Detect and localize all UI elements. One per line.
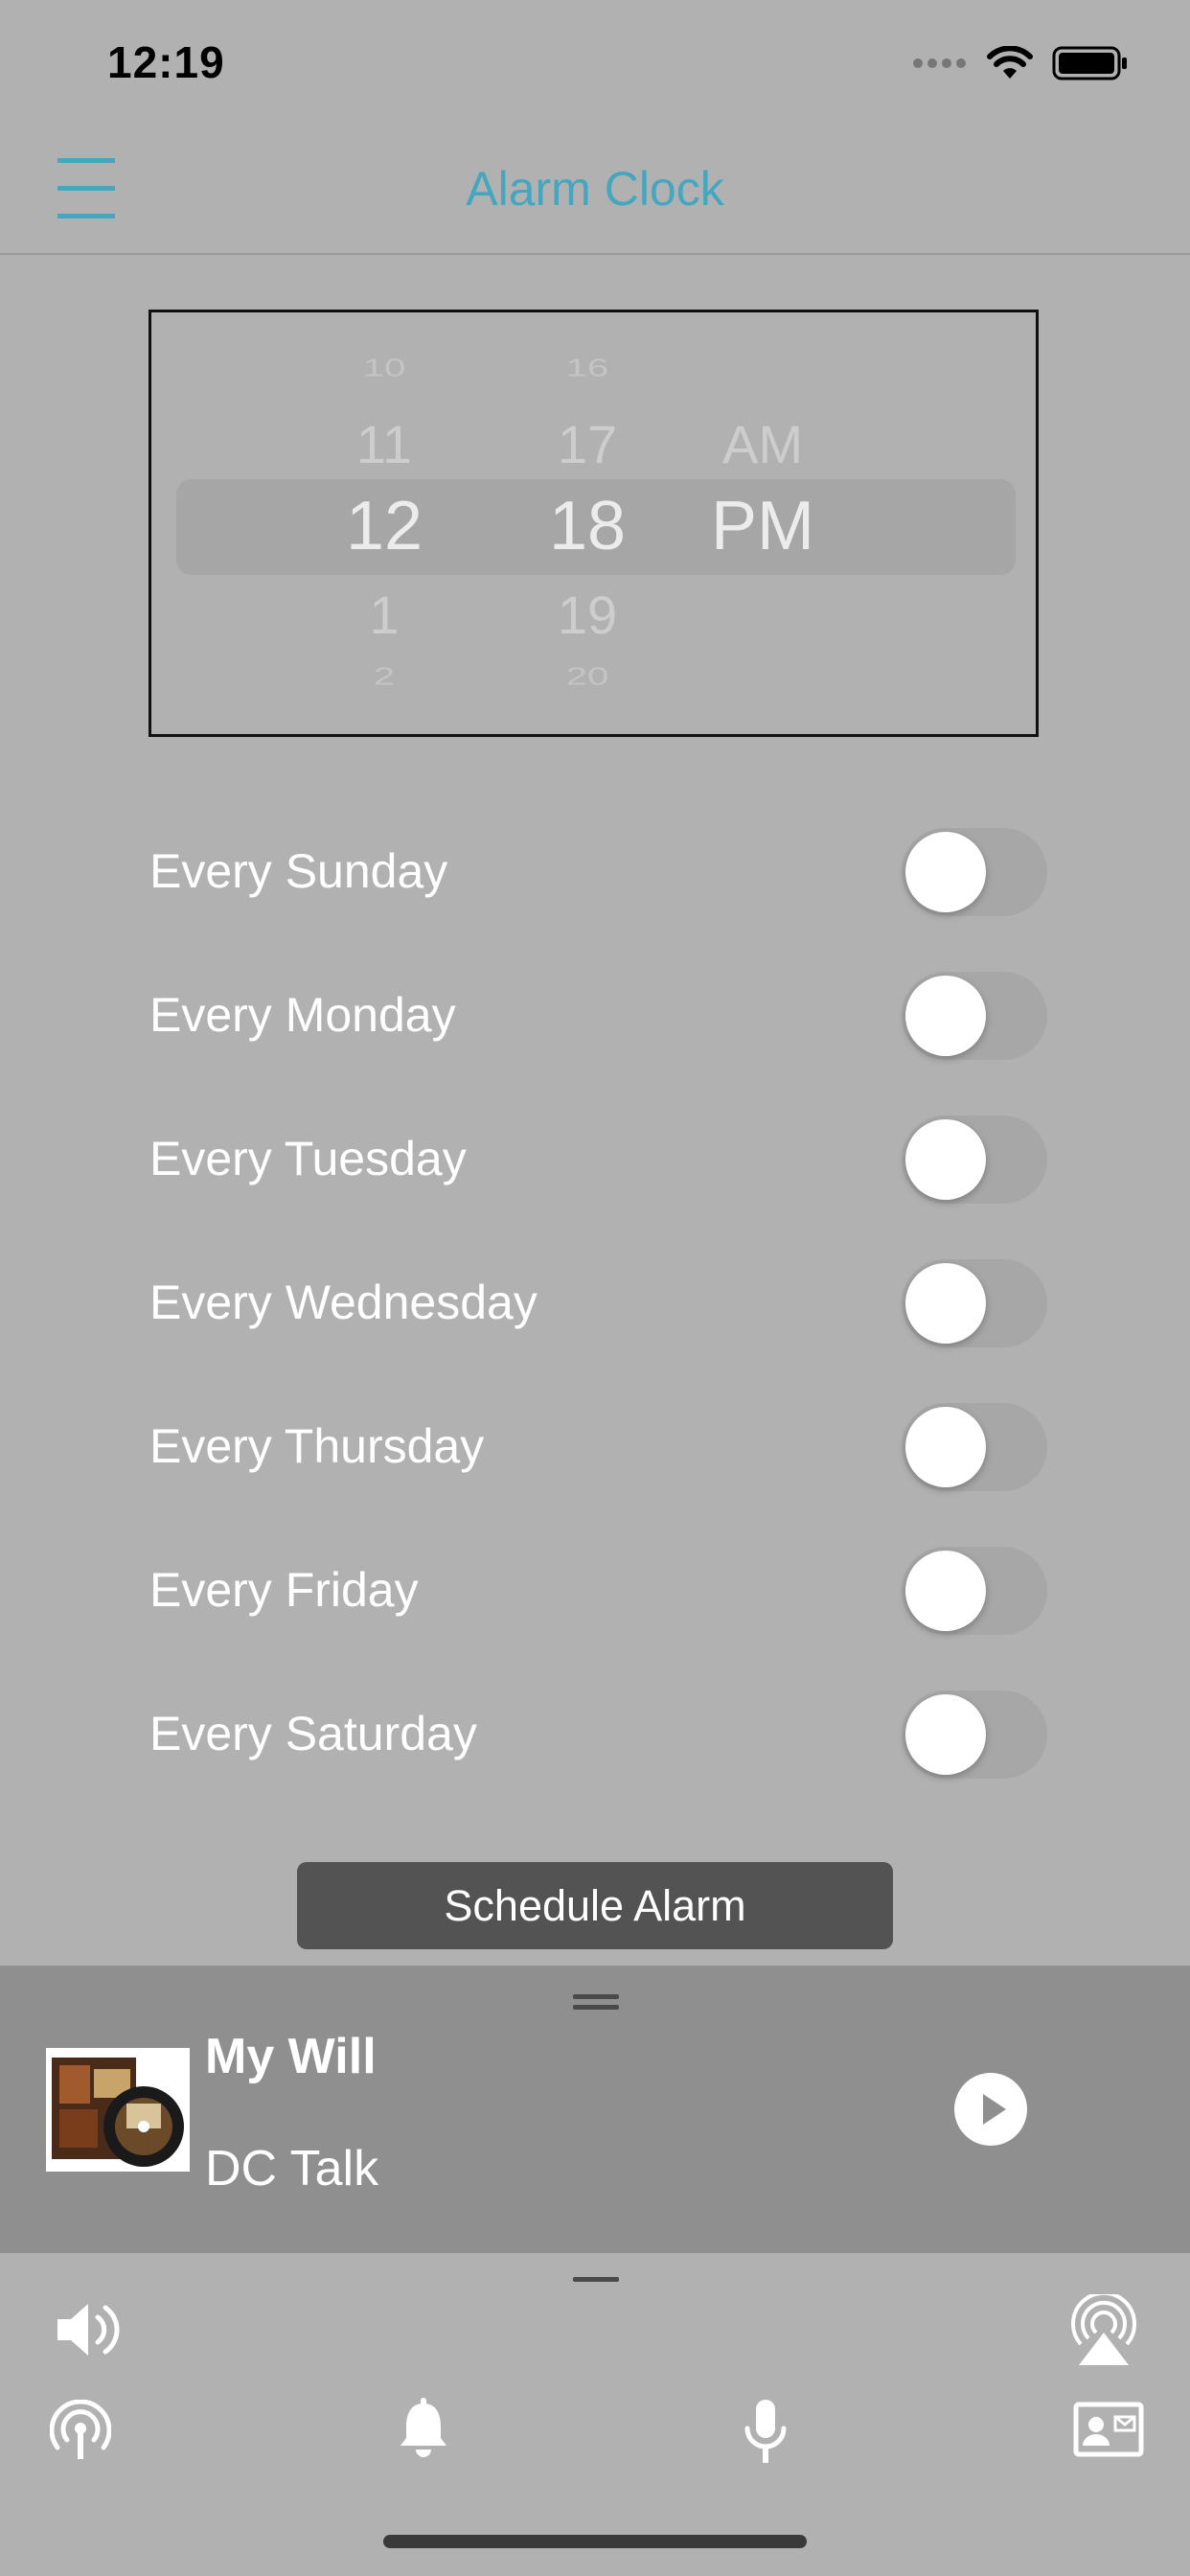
status-time: 12:19 [107, 37, 225, 87]
toggle-knob [905, 1407, 986, 1487]
picker-value: AM [722, 414, 803, 474]
wifi-icon [987, 46, 1033, 79]
play-icon [983, 2094, 1006, 2125]
toggle-monday[interactable] [902, 972, 1047, 1060]
toggle-tuesday[interactable] [902, 1116, 1047, 1204]
alarm-bell-icon[interactable] [397, 2398, 450, 2461]
status-icons [912, 46, 1129, 80]
toggle-knob [905, 832, 986, 912]
airplay-icon[interactable] [1065, 2294, 1142, 2367]
signal-icon [913, 58, 966, 68]
toggle-wednesday[interactable] [902, 1259, 1047, 1347]
selected-minute: 18 [548, 488, 627, 564]
picker-value: 20 [565, 662, 609, 691]
radio-broadcast-icon[interactable] [50, 2400, 111, 2461]
picker-value: 16 [565, 354, 609, 382]
day-label-tuesday: Every Tuesday [149, 1132, 467, 1185]
schedule-alarm-button[interactable]: Schedule Alarm [297, 1862, 893, 1949]
picker-value: 11 [355, 414, 413, 474]
picker-value: 2 [373, 662, 396, 691]
day-label-friday: Every Friday [149, 1563, 419, 1617]
toggle-knob [905, 1119, 986, 1200]
day-label-wednesday: Every Wednesday [149, 1276, 538, 1329]
toggle-sunday[interactable] [902, 828, 1047, 916]
toggle-knob [905, 1551, 986, 1631]
home-indicator [383, 2535, 807, 2548]
song-artist: DC Talk [205, 2141, 379, 2196]
picker-value: 1 [369, 585, 400, 645]
contact-card-icon[interactable] [1073, 2402, 1144, 2457]
toggle-knob [905, 976, 986, 1056]
toggle-friday[interactable] [902, 1547, 1047, 1635]
toggle-knob [905, 1263, 986, 1344]
day-label-saturday: Every Saturday [149, 1707, 477, 1760]
page-title: Alarm Clock [466, 162, 724, 216]
period-wheel[interactable]: AM PM [667, 312, 858, 734]
day-label-sunday: Every Sunday [149, 844, 448, 898]
album-art [46, 2048, 190, 2172]
picker-value: 10 [362, 354, 406, 382]
microphone-icon[interactable] [742, 2398, 790, 2465]
toggle-saturday[interactable] [902, 1690, 1047, 1779]
day-label-monday: Every Monday [149, 988, 456, 1042]
selected-hour: 12 [345, 488, 423, 564]
toggle-knob [905, 1694, 986, 1775]
song-title: My Will [205, 2029, 377, 2084]
play-button[interactable] [954, 2073, 1027, 2146]
toggle-thursday[interactable] [902, 1403, 1047, 1491]
drag-handle [573, 2005, 619, 2010]
minute-wheel[interactable]: 16 17 18 19 20 [492, 312, 683, 734]
album-cover-icon [46, 2048, 190, 2172]
selected-period: PM [711, 488, 814, 564]
hour-wheel[interactable]: 10 11 12 1 2 [288, 312, 480, 734]
time-picker[interactable]: 10 11 12 1 2 16 17 18 19 20 AM PM [149, 310, 1039, 737]
picker-value: 17 [557, 414, 618, 474]
picker-value: 19 [557, 585, 618, 645]
day-label-thursday: Every Thursday [149, 1419, 485, 1473]
battery-icon [1052, 46, 1127, 80]
drag-handle[interactable] [573, 1994, 619, 1999]
volume-icon[interactable] [54, 2298, 125, 2361]
toolbar-handle[interactable] [573, 2277, 619, 2282]
